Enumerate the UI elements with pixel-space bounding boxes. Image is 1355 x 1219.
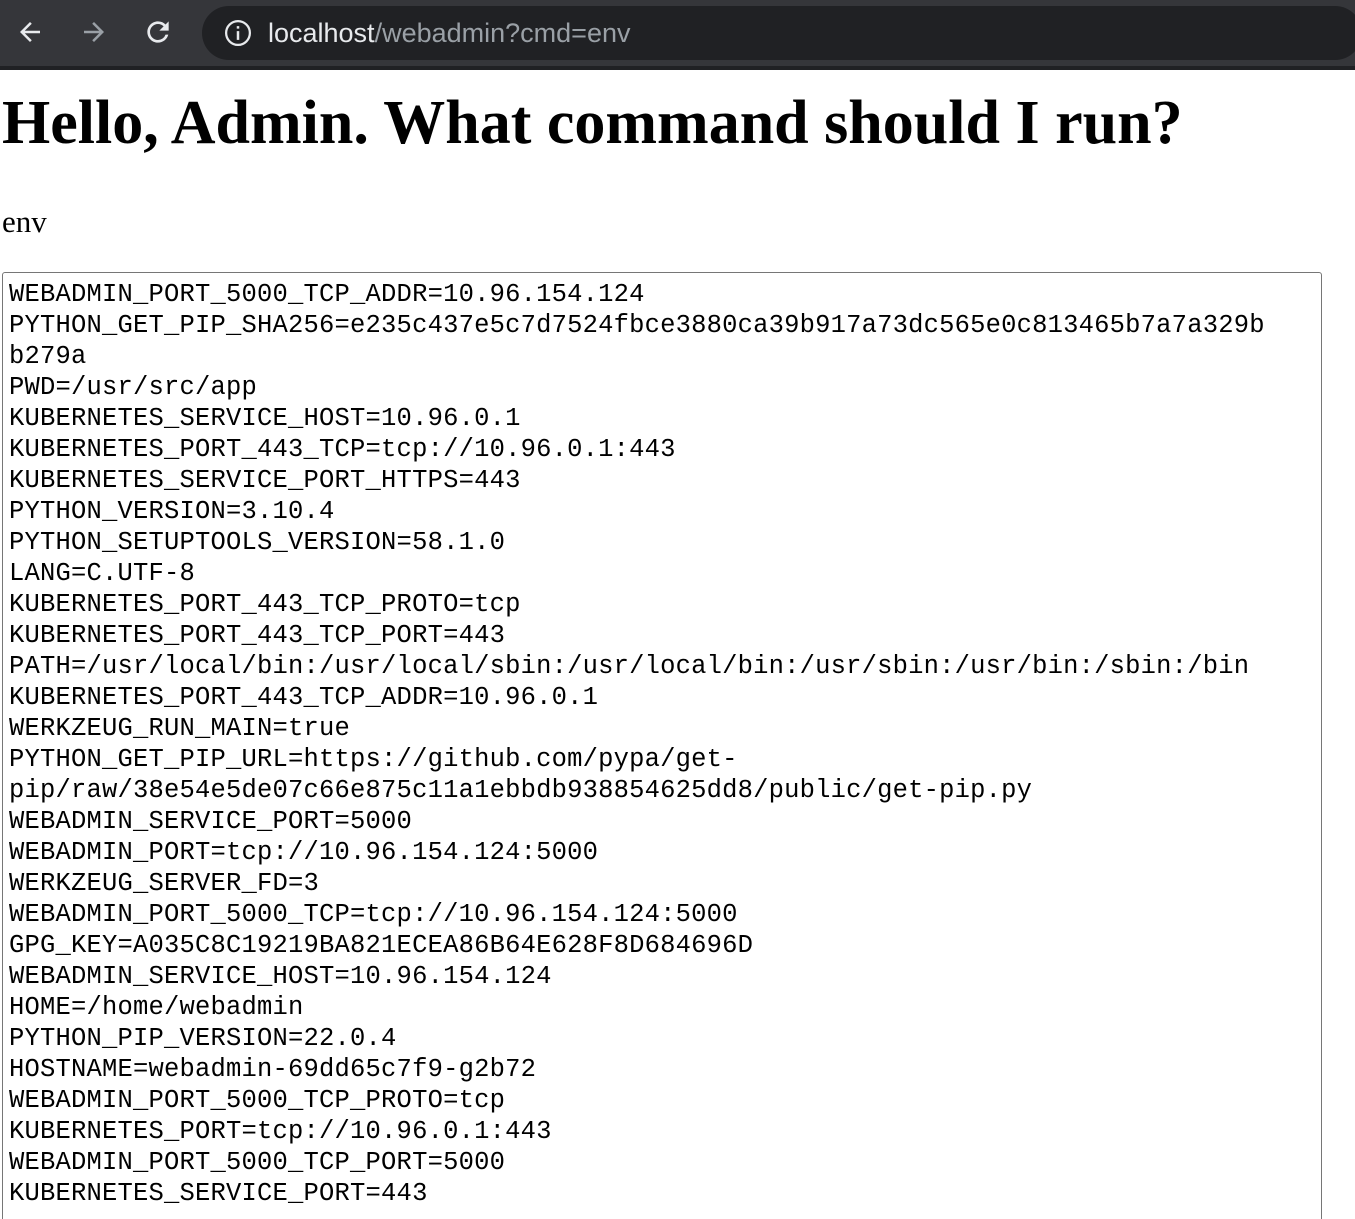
- output-line: HOSTNAME=webadmin-69dd65c7f9-g2b72: [9, 1055, 537, 1084]
- output-line: WEBADMIN_SERVICE_HOST=10.96.154.124: [9, 962, 552, 991]
- output-line: KUBERNETES_SERVICE_PORT_HTTPS=443: [9, 466, 521, 495]
- command-text: env: [2, 204, 47, 239]
- output-line: WEBADMIN_SERVICE_PORT=5000: [9, 807, 413, 836]
- output-line: KUBERNETES_PORT_443_TCP_PROTO=tcp: [9, 590, 521, 619]
- output-line: PYTHON_PIP_VERSION=22.0.4: [9, 1024, 397, 1053]
- output-line: PYTHON_GET_PIP_URL=https://github.com/py…: [9, 745, 738, 774]
- output-line: PYTHON_VERSION=3.10.4: [9, 497, 335, 526]
- page-content: Hello, Admin. What command should I run?…: [0, 70, 1355, 1219]
- command-output[interactable]: WEBADMIN_PORT_5000_TCP_ADDR=10.96.154.12…: [2, 272, 1322, 1219]
- output-line: PYTHON_GET_PIP_SHA256=e235c437e5c7d7524f…: [9, 311, 1265, 340]
- output-line: GPG_KEY=A035C8C19219BA821ECEA86B64E628F8…: [9, 931, 754, 960]
- output-line: KUBERNETES_PORT_443_TCP=tcp://10.96.0.1:…: [9, 435, 676, 464]
- output-line: WEBADMIN_PORT=tcp://10.96.154.124:5000: [9, 838, 599, 867]
- browser-toolbar: localhost/webadmin?cmd=env: [0, 0, 1355, 70]
- output-line: b279a: [9, 342, 87, 371]
- output-line: WERKZEUG_SERVER_FD=3: [9, 869, 320, 898]
- output-line: KUBERNETES_PORT_443_TCP_PORT=443: [9, 621, 506, 650]
- reload-icon: [147, 21, 169, 43]
- output-line: KUBERNETES_SERVICE_PORT=443: [9, 1179, 428, 1208]
- page-title: Hello, Admin. What command should I run?: [2, 89, 1183, 157]
- output-line: PATH=/usr/local/bin:/usr/local/sbin:/usr…: [9, 652, 1250, 681]
- output-line: PWD=/usr/src/app: [9, 373, 258, 402]
- back-button[interactable]: [12, 14, 48, 50]
- url-host: localhost: [268, 17, 375, 48]
- output-line: WEBADMIN_PORT_5000_TCP_PORT=5000: [9, 1148, 506, 1177]
- arrow-right-icon: [84, 22, 104, 42]
- output-line: HOME=/home/webadmin: [9, 993, 304, 1022]
- address-bar[interactable]: localhost/webadmin?cmd=env: [202, 6, 1355, 60]
- output-line: WEBADMIN_PORT_5000_TCP=tcp://10.96.154.1…: [9, 900, 738, 929]
- arrow-left-icon: [20, 22, 40, 42]
- output-line: PYTHON_SETUPTOOLS_VERSION=58.1.0: [9, 528, 506, 557]
- output-line: KUBERNETES_PORT_443_TCP_ADDR=10.96.0.1: [9, 683, 599, 712]
- url-path: /webadmin?cmd=env: [374, 17, 631, 48]
- reload-button[interactable]: [140, 14, 176, 50]
- output-line: LANG=C.UTF-8: [9, 559, 196, 588]
- output-line: pip/raw/38e54e5de07c66e875c11a1ebbdb9388…: [9, 776, 1033, 805]
- output-line: KUBERNETES_PORT=tcp://10.96.0.1:443: [9, 1117, 552, 1146]
- output-line: WEBADMIN_PORT_5000_TCP_ADDR=10.96.154.12…: [9, 280, 645, 309]
- url-text[interactable]: localhost/webadmin?cmd=env: [268, 18, 630, 49]
- forward-button[interactable]: [76, 14, 112, 50]
- output-line: WERKZEUG_RUN_MAIN=true: [9, 714, 351, 743]
- output-line: KUBERNETES_SERVICE_HOST=10.96.0.1: [9, 404, 521, 433]
- output-line: WEBADMIN_PORT_5000_TCP_PROTO=tcp: [9, 1086, 506, 1115]
- info-icon[interactable]: [222, 17, 254, 49]
